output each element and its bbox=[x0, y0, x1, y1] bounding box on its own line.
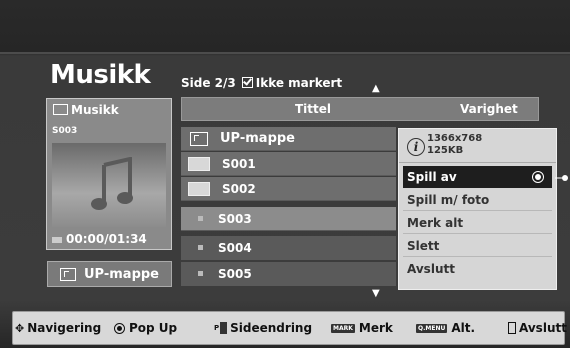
hint-label: Merk bbox=[358, 321, 393, 335]
hint-label: Alt. bbox=[451, 321, 476, 335]
scroll-up-arrow-icon[interactable]: ▲ bbox=[372, 83, 380, 94]
file-bullet-icon bbox=[198, 245, 203, 250]
hint-label: Sideendring bbox=[230, 321, 313, 335]
folder-icon bbox=[188, 181, 210, 196]
page-key-icon bbox=[220, 322, 228, 334]
column-header-duration[interactable]: Varighet bbox=[460, 102, 518, 116]
folder-icon bbox=[53, 104, 68, 115]
menu-item-label: Slett bbox=[407, 238, 440, 253]
menu-item-play[interactable]: Spill av bbox=[403, 166, 552, 188]
preview-folder-name: Musikk bbox=[71, 103, 119, 117]
list-item-label: S003 bbox=[218, 211, 252, 226]
list-item-label: S002 bbox=[222, 181, 256, 196]
folder-icon bbox=[188, 156, 210, 171]
scroll-down-arrow-icon[interactable]: ▼ bbox=[372, 288, 380, 299]
mark-key-icon: MARK bbox=[331, 323, 355, 333]
hint-label: Pop Up bbox=[129, 321, 178, 335]
checkbox-icon bbox=[241, 77, 253, 88]
menu-item-label: Avslutt bbox=[407, 262, 455, 276]
list-item-file[interactable]: S005 bbox=[181, 262, 396, 286]
page-indicator: Side 2/3 bbox=[181, 76, 236, 90]
page-info: Side 2/3 Ikke markert bbox=[181, 76, 342, 90]
menu-item-mark-all[interactable]: Merk alt bbox=[403, 212, 552, 234]
up-folder-button-label: UP-mappe bbox=[84, 266, 159, 282]
music-note-icon bbox=[91, 157, 133, 210]
list-item-file-selected[interactable]: S003 bbox=[181, 207, 396, 231]
hint-exit: Avslutt bbox=[508, 321, 567, 335]
album-art bbox=[52, 143, 166, 227]
hint-page-change: P Sideendring bbox=[214, 321, 312, 335]
list-item-file[interactable]: S004 bbox=[181, 236, 396, 260]
page-key-label: P bbox=[214, 324, 220, 332]
hint-mark: MARK Merk bbox=[331, 321, 393, 335]
playback-time-text: 00:00/01:34 bbox=[66, 232, 147, 246]
list-item-folder[interactable]: S001 bbox=[181, 152, 396, 176]
up-folder-button[interactable]: UP-mappe bbox=[47, 261, 172, 287]
list-item-label: S005 bbox=[218, 266, 252, 281]
up-folder-icon bbox=[60, 267, 76, 281]
hint-label: Navigering bbox=[27, 321, 102, 335]
popup-menu: i 1366x768 125KB Spill av Spill m/ foto … bbox=[398, 128, 557, 290]
column-header-title[interactable]: Tittel bbox=[278, 102, 348, 116]
file-info: i 1366x768 125KB bbox=[399, 129, 556, 163]
menu-item-delete[interactable]: Slett bbox=[403, 235, 552, 257]
file-bullet-icon bbox=[198, 271, 203, 276]
list-header: Tittel Varighet bbox=[181, 97, 539, 121]
up-folder-icon bbox=[190, 131, 208, 146]
file-size: 125KB bbox=[427, 145, 464, 156]
radio-selected-icon bbox=[532, 171, 544, 183]
hint-options: Q.MENU Alt. bbox=[416, 321, 475, 335]
menu-item-label: Spill m/ foto bbox=[407, 192, 490, 207]
file-bullet-icon bbox=[198, 216, 203, 221]
preview-panel: Musikk S003 00:00/01:34 bbox=[46, 98, 172, 250]
screen-title: Musikk bbox=[50, 60, 151, 90]
info-icon: i bbox=[407, 138, 425, 156]
menu-item-play-with-photo[interactable]: Spill m/ foto bbox=[403, 189, 552, 211]
list-item-folder[interactable]: S002 bbox=[181, 177, 396, 201]
list-item-up-folder[interactable]: UP-mappe bbox=[181, 127, 396, 151]
top-divider bbox=[0, 52, 570, 54]
preview-file-code: S003 bbox=[52, 126, 78, 136]
list-item-label: S004 bbox=[218, 240, 252, 255]
menu-item-label: Merk alt bbox=[407, 215, 464, 230]
progress-bar bbox=[52, 237, 62, 243]
list-item-label: S001 bbox=[222, 156, 256, 171]
music-browser-screen: Musikk Side 2/3 Ikke markert ▲ ▼ Musikk S… bbox=[0, 0, 570, 348]
ok-button-icon bbox=[114, 322, 125, 334]
navigation-arrows-icon: ✥ bbox=[15, 321, 25, 335]
qmenu-key-icon: Q.MENU bbox=[416, 323, 448, 333]
hint-popup: Pop Up bbox=[114, 321, 177, 335]
preview-folder: Musikk bbox=[53, 103, 119, 117]
hint-label: Avslutt bbox=[519, 321, 567, 335]
menu-item-label: Spill av bbox=[407, 170, 457, 184]
playback-time: 00:00/01:34 bbox=[52, 232, 147, 246]
list-item-label: UP-mappe bbox=[220, 131, 295, 146]
exit-key-icon bbox=[508, 322, 516, 334]
pointer-marker-icon bbox=[555, 175, 568, 181]
hint-navigation: ✥ Navigering bbox=[15, 321, 101, 335]
filter-label[interactable]: Ikke markert bbox=[256, 76, 342, 90]
file-resolution: 1366x768 bbox=[427, 133, 483, 144]
bottom-help-bar: ✥ Navigering Pop Up P Sideendring MARK Merk… bbox=[12, 311, 567, 345]
menu-item-exit[interactable]: Avslutt bbox=[403, 258, 552, 280]
